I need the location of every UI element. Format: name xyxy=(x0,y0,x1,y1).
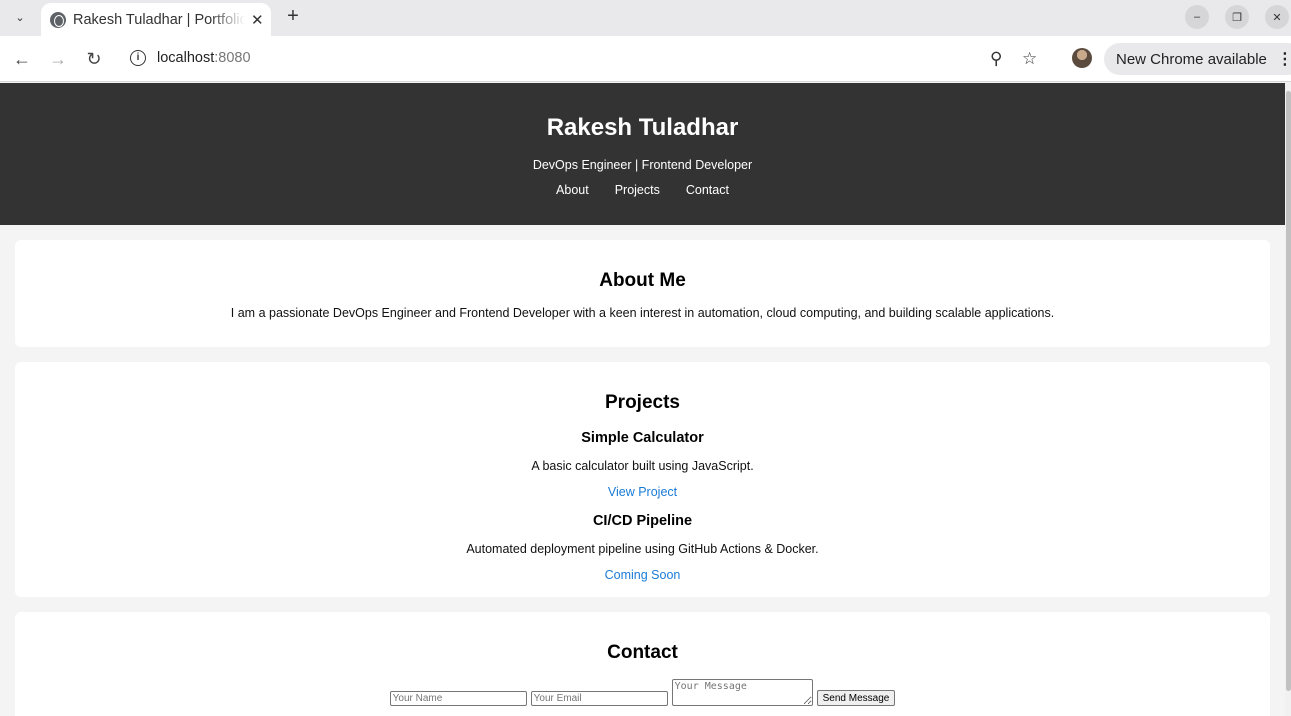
about-section: About Me I am a passionate DevOps Engine… xyxy=(15,240,1270,347)
send-message-button[interactable]: Send Message xyxy=(816,690,896,706)
site-tagline: DevOps Engineer | Frontend Developer xyxy=(532,158,753,172)
site-name: Rakesh Tuladhar xyxy=(546,114,739,141)
forward-arrow-icon[interactable]: → xyxy=(46,47,70,71)
project-title: Simple Calculator xyxy=(581,430,704,446)
chrome-update-button[interactable]: New Chrome available ⋮ xyxy=(1104,43,1291,75)
contact-heading: Contact xyxy=(607,642,678,663)
tab-strip: ⌄ Rakesh Tuladhar | Portfolio ✕ + – ❐ ✕ xyxy=(0,0,1291,36)
zoom-icon[interactable]: ⚲ xyxy=(990,49,1002,69)
close-window-icon[interactable]: ✕ xyxy=(1265,5,1289,29)
projects-section: Projects Simple Calculator A basic calcu… xyxy=(15,362,1270,597)
update-label: New Chrome available xyxy=(1116,50,1267,68)
bookmark-star-icon[interactable]: ☆ xyxy=(1022,49,1037,69)
nav-about[interactable]: About xyxy=(556,183,589,197)
nav-contact[interactable]: Contact xyxy=(686,183,729,197)
project-title: CI/CD Pipeline xyxy=(592,513,693,529)
email-input[interactable] xyxy=(530,691,668,706)
browser-tab[interactable]: Rakesh Tuladhar | Portfolio ✕ xyxy=(41,3,271,36)
about-text: I am a passionate DevOps Engineer and Fr… xyxy=(230,306,1055,320)
page-scrollbar[interactable] xyxy=(1285,83,1291,716)
project-item: Simple Calculator A basic calculator bui… xyxy=(15,430,1270,499)
about-heading: About Me xyxy=(599,270,686,291)
globe-icon xyxy=(50,11,66,28)
new-tab-button[interactable]: + xyxy=(282,4,304,28)
reload-icon[interactable]: ↻ xyxy=(82,47,106,71)
close-tab-icon[interactable]: ✕ xyxy=(251,11,264,29)
restore-icon[interactable]: ❐ xyxy=(1225,5,1249,29)
site-info-icon[interactable]: i xyxy=(130,50,146,66)
profile-avatar[interactable] xyxy=(1072,48,1092,68)
scrollbar-thumb[interactable] xyxy=(1286,91,1291,691)
project-description: A basic calculator built using JavaScrip… xyxy=(531,459,754,473)
name-input[interactable] xyxy=(389,691,527,706)
url-text: localhost:8080 xyxy=(157,50,251,66)
site-nav: About Projects Contact xyxy=(0,183,1285,197)
contact-section: Contact Send Message xyxy=(15,612,1270,716)
view-project-link[interactable]: View Project xyxy=(15,485,1270,499)
coming-soon-link[interactable]: Coming Soon xyxy=(15,568,1270,582)
project-description: Automated deployment pipeline using GitH… xyxy=(466,542,819,556)
project-item: CI/CD Pipeline Automated deployment pipe… xyxy=(15,513,1270,582)
address-bar[interactable]: i localhost:8080 ⚲ ☆ xyxy=(120,41,1055,77)
back-arrow-icon[interactable]: ← xyxy=(10,47,34,71)
page-viewport: Rakesh Tuladhar DevOps Engineer | Fronte… xyxy=(0,83,1285,716)
tab-title: Rakesh Tuladhar | Portfolio xyxy=(73,11,245,28)
tab-search-icon[interactable]: ⌄ xyxy=(7,5,33,29)
nav-projects[interactable]: Projects xyxy=(615,183,660,197)
contact-form: Send Message xyxy=(15,679,1270,706)
minimize-icon[interactable]: – xyxy=(1185,5,1209,29)
site-header: Rakesh Tuladhar DevOps Engineer | Fronte… xyxy=(0,83,1285,225)
kebab-menu-icon[interactable]: ⋮ xyxy=(1277,49,1291,69)
message-textarea[interactable] xyxy=(671,679,813,706)
browser-toolbar: ← → ↻ i localhost:8080 ⚲ ☆ New Chrome av… xyxy=(0,36,1291,82)
projects-heading: Projects xyxy=(605,392,680,413)
